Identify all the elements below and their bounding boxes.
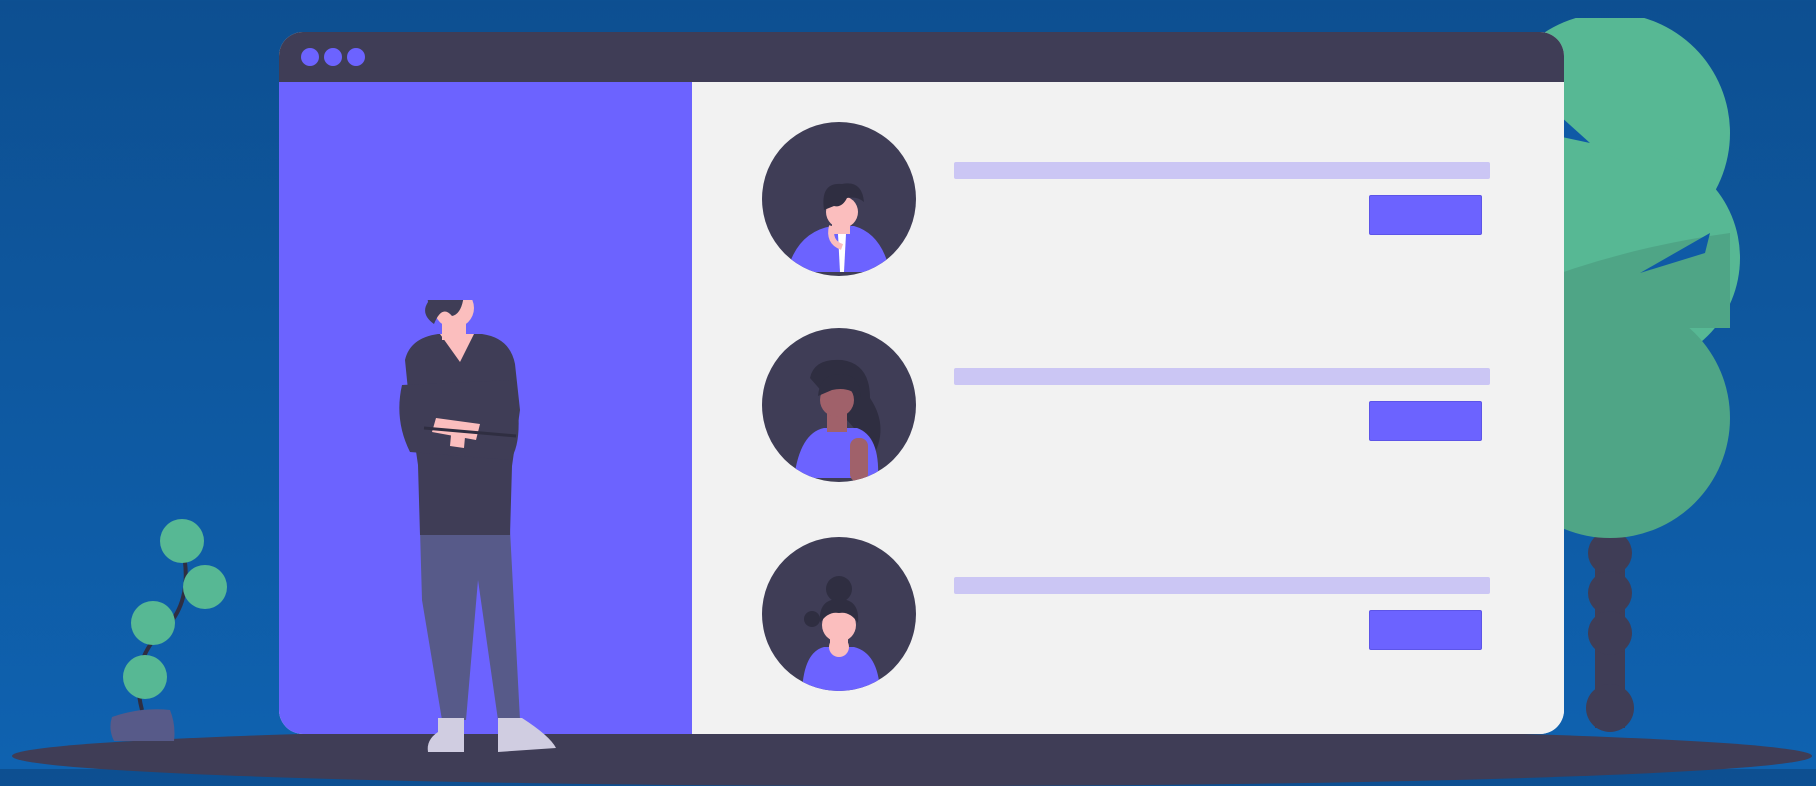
list-item — [692, 328, 1564, 488]
user-list — [692, 82, 1564, 734]
standing-man-illustration — [399, 300, 556, 752]
potted-plant-illustration — [110, 519, 227, 741]
illustration-scene — [0, 0, 1816, 786]
name-placeholder-bar — [954, 368, 1490, 385]
list-item — [692, 537, 1564, 697]
window-titlebar — [279, 32, 1564, 82]
window-control-dot[interactable] — [301, 48, 319, 66]
list-item — [692, 122, 1564, 282]
row-action-button[interactable] — [1369, 195, 1482, 235]
woman-bun-avatar-icon — [762, 537, 916, 691]
row-action-button[interactable] — [1369, 401, 1482, 441]
window-control-dot[interactable] — [324, 48, 342, 66]
woman-long-hair-avatar-icon — [762, 328, 916, 482]
man-avatar-icon — [762, 122, 916, 276]
row-action-button[interactable] — [1369, 610, 1482, 650]
name-placeholder-bar — [954, 577, 1490, 594]
name-placeholder-bar — [954, 162, 1490, 179]
window-control-dot[interactable] — [347, 48, 365, 66]
